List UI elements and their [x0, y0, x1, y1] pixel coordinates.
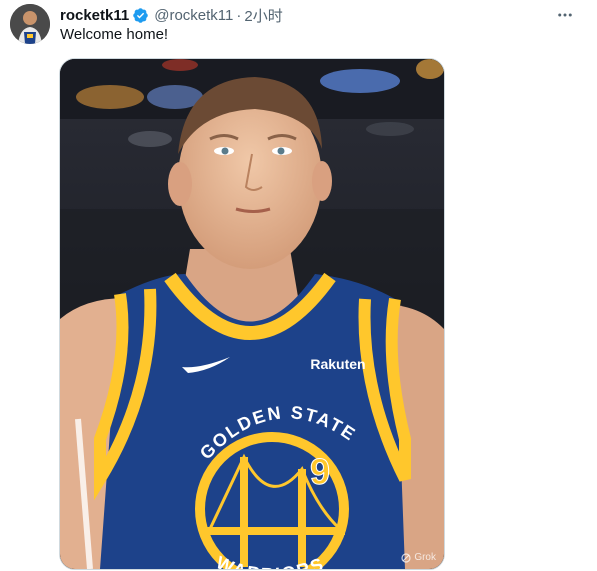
tweet: rocketk11 @rocketk11 · 2小时 Welcome home!	[0, 0, 597, 571]
timestamp[interactable]: 2小时	[244, 5, 282, 26]
separator-dot: ·	[236, 6, 242, 24]
verified-badge-icon	[132, 7, 149, 24]
display-name[interactable]: rocketk11	[60, 7, 129, 24]
more-horizontal-icon[interactable]	[555, 5, 575, 25]
grok-logo-icon	[401, 552, 411, 563]
tweet-text: Welcome home!	[60, 26, 169, 43]
jersey-sponsor: Rakuten	[310, 356, 365, 372]
handle[interactable]: @rocketk11	[154, 7, 233, 24]
watermark: Grok	[401, 552, 436, 563]
watermark-text: Grok	[414, 552, 436, 563]
avatar-image	[10, 4, 50, 44]
tweet-header: rocketk11 @rocketk11 · 2小时	[60, 5, 577, 25]
avatar[interactable]	[10, 4, 50, 44]
jersey-number: 9	[310, 451, 330, 492]
tweet-media-image[interactable]: Rakuten GOLDEN STATE 9 WARRIORS	[59, 58, 445, 570]
player-photo: Rakuten GOLDEN STATE 9 WARRIORS	[60, 59, 444, 569]
